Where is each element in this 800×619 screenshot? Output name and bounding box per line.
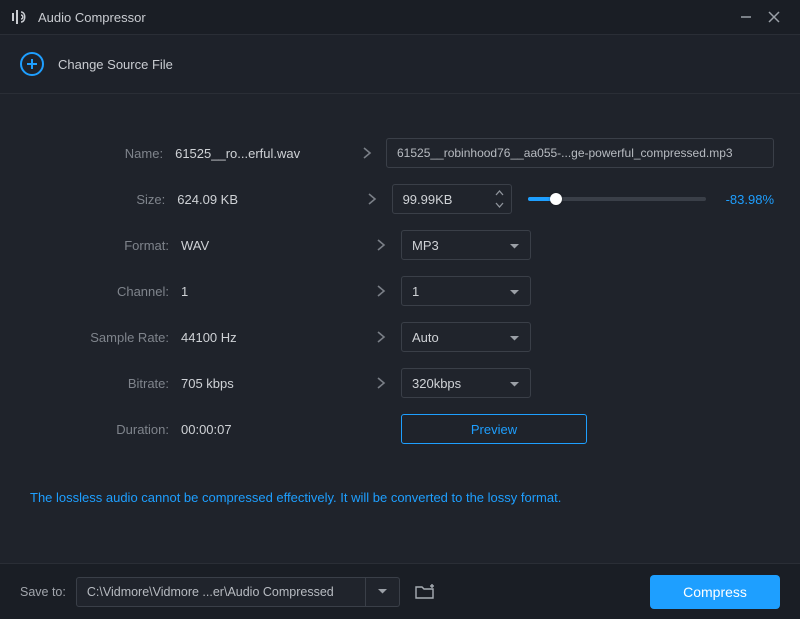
change-source-label: Change Source File — [58, 57, 173, 72]
window-title: Audio Compressor — [38, 10, 146, 25]
row-channel: Channel: 1 1 — [26, 268, 774, 314]
row-format: Format: WAV MP3 — [26, 222, 774, 268]
close-button[interactable] — [760, 3, 788, 31]
label-size: Size: — [26, 192, 177, 207]
input-channel: 1 — [181, 284, 361, 299]
open-folder-button[interactable] — [410, 577, 440, 607]
preview-label: Preview — [471, 422, 517, 437]
row-name: Name: 61525__ro...erful.wav 61525__robin… — [26, 130, 774, 176]
input-bitrate: 705 kbps — [181, 376, 361, 391]
save-to-label: Save to: — [20, 585, 66, 599]
folder-icon — [415, 584, 435, 600]
bitrate-select[interactable]: 320kbps — [401, 368, 531, 398]
arrow-icon — [361, 330, 401, 344]
input-format: WAV — [181, 238, 361, 253]
spinner-down-button[interactable] — [493, 200, 507, 210]
compress-label: Compress — [683, 584, 747, 600]
spinner-up-button[interactable] — [493, 188, 507, 198]
minimize-button[interactable] — [732, 3, 760, 31]
size-slider[interactable] — [528, 197, 706, 201]
app-icon — [12, 10, 30, 24]
bitrate-select-value: 320kbps — [412, 376, 461, 391]
input-name: 61525__ro...erful.wav — [175, 146, 348, 161]
compress-button[interactable]: Compress — [650, 575, 780, 609]
input-duration: 00:00:07 — [181, 422, 361, 437]
arrow-icon — [361, 238, 401, 252]
content-area: Name: 61525__ro...erful.wav 61525__robin… — [0, 94, 800, 563]
slider-thumb-icon[interactable] — [550, 193, 562, 205]
format-select-value: MP3 — [412, 238, 439, 253]
caret-down-icon — [509, 376, 520, 391]
plus-circle-icon — [20, 52, 44, 76]
row-bitrate: Bitrate: 705 kbps 320kbps — [26, 360, 774, 406]
preview-button[interactable]: Preview — [401, 414, 587, 444]
save-path-input[interactable]: C:\Vidmore\Vidmore ...er\Audio Compresse… — [76, 577, 366, 607]
label-format: Format: — [26, 238, 181, 253]
arrow-icon — [361, 284, 401, 298]
channel-select-value: 1 — [412, 284, 419, 299]
output-name-input[interactable]: 61525__robinhood76__aa055-...ge-powerful… — [386, 138, 774, 168]
row-sample-rate: Sample Rate: 44100 Hz Auto — [26, 314, 774, 360]
sample-rate-select[interactable]: Auto — [401, 322, 531, 352]
input-sample-rate: 44100 Hz — [181, 330, 361, 345]
change-source-button[interactable]: Change Source File — [20, 52, 173, 76]
row-size: Size: 624.09 KB 99.99KB — [26, 176, 774, 222]
arrow-icon — [353, 192, 392, 206]
caret-down-icon — [509, 284, 520, 299]
label-bitrate: Bitrate: — [26, 376, 181, 391]
output-size-value: 99.99KB — [403, 192, 453, 207]
reduction-percent: -83.98% — [726, 192, 774, 207]
label-name: Name: — [26, 146, 175, 161]
arrow-icon — [348, 146, 386, 160]
channel-select[interactable]: 1 — [401, 276, 531, 306]
size-spinner[interactable]: 99.99KB — [392, 184, 512, 214]
footer-bar: Save to: C:\Vidmore\Vidmore ...er\Audio … — [0, 563, 800, 619]
caret-down-icon — [509, 330, 520, 345]
row-duration: Duration: 00:00:07 Preview — [26, 406, 774, 452]
label-duration: Duration: — [26, 422, 181, 437]
save-path-value: C:\Vidmore\Vidmore ...er\Audio Compresse… — [87, 585, 334, 599]
note-text: The lossless audio cannot be compressed … — [26, 490, 774, 505]
format-select[interactable]: MP3 — [401, 230, 531, 260]
sample-rate-select-value: Auto — [412, 330, 439, 345]
output-name-value: 61525__robinhood76__aa055-...ge-powerful… — [397, 146, 733, 160]
source-bar: Change Source File — [0, 34, 800, 94]
input-size: 624.09 KB — [177, 192, 352, 207]
label-sample-rate: Sample Rate: — [26, 330, 181, 345]
label-channel: Channel: — [26, 284, 181, 299]
caret-down-icon — [509, 238, 520, 253]
arrow-icon — [361, 376, 401, 390]
save-path-dropdown[interactable] — [366, 577, 400, 607]
title-bar: Audio Compressor — [0, 0, 800, 34]
